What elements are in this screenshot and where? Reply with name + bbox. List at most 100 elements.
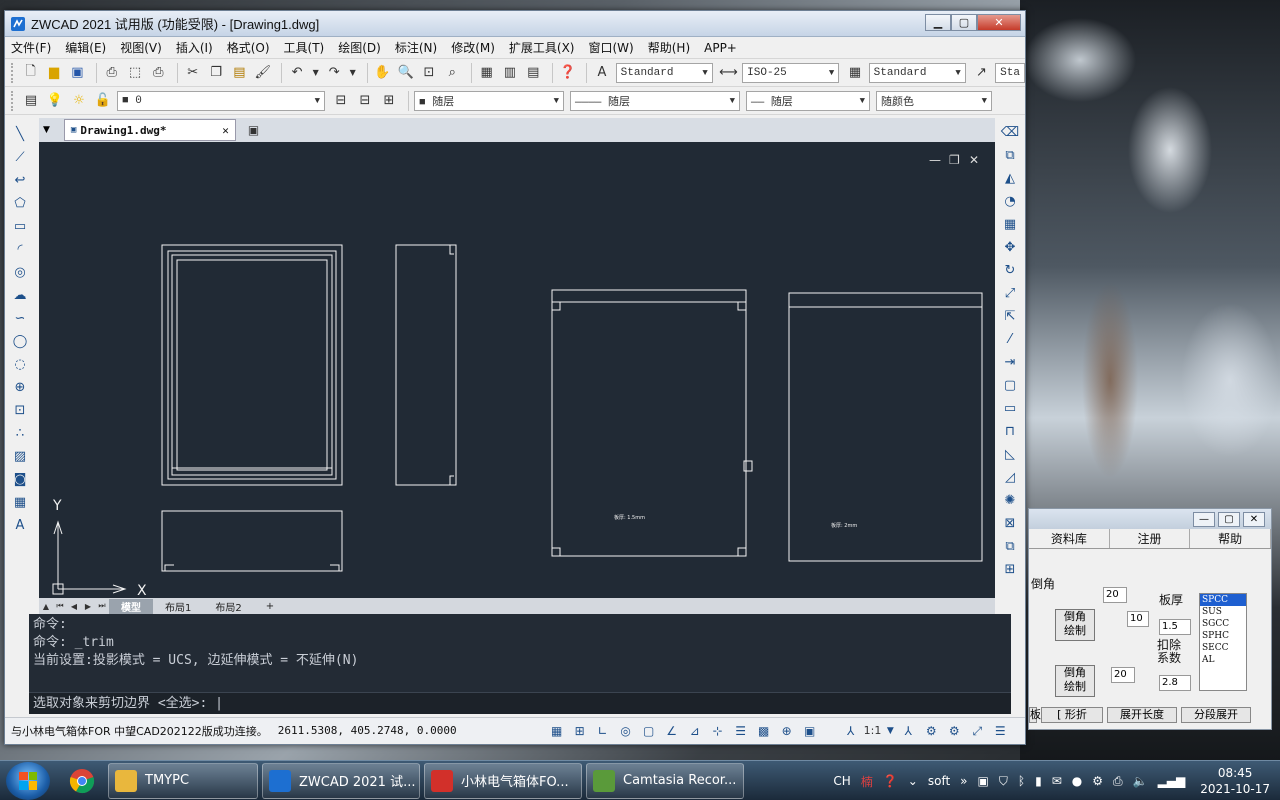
cut-icon[interactable]: ✂ <box>183 63 202 83</box>
zoom-previous-icon[interactable]: ⌕ <box>443 63 462 83</box>
tool-palettes-icon[interactable]: ▤ <box>524 63 543 83</box>
thickness-field[interactable]: 1.5 <box>1159 619 1191 635</box>
menu-window[interactable]: 窗口(W) <box>589 39 634 56</box>
lightbulb-icon[interactable]: 💡 <box>45 91 65 111</box>
layout-next-icon[interactable]: ▶ <box>81 602 95 611</box>
layout-first-icon[interactable]: ⏮ <box>53 601 67 611</box>
trim-icon[interactable]: ⁄ <box>1000 330 1020 350</box>
tabs-menu-icon[interactable]: ▼ <box>43 125 50 135</box>
menu-app-plus[interactable]: APP+ <box>704 41 737 55</box>
revision-cloud-icon[interactable]: ☁ <box>10 286 30 306</box>
maximize-button[interactable]: ▢ <box>951 13 977 31</box>
dynamic-ucs-icon[interactable]: ⊿ <box>685 721 705 741</box>
minimize-button[interactable]: ▁ <box>925 13 951 31</box>
material-item[interactable]: AL <box>1200 654 1246 666</box>
printer-icon[interactable]: ⎙ <box>1113 774 1123 789</box>
menu-modify[interactable]: 修改(M) <box>451 39 495 56</box>
drawing-canvas[interactable]: — ❐ ✕ Y X 板厚: 1.5mm 板厚: 2mm <box>39 142 995 599</box>
fullscreen-icon[interactable]: ⤢ <box>967 721 987 741</box>
lineweight-icon[interactable]: ☰ <box>731 721 751 741</box>
polar-tracking-icon[interactable]: ◎ <box>616 721 636 741</box>
join-icon[interactable]: ⊓ <box>1000 422 1020 442</box>
close-tab-icon[interactable]: ✕ <box>222 124 229 137</box>
mirror-icon[interactable]: ◭ <box>1000 169 1020 189</box>
plugin-minimize-button[interactable]: — <box>1193 511 1215 527</box>
material-list[interactable]: SPCC SUS SGCC SPHC SECC AL <box>1199 593 1247 691</box>
polygon-icon[interactable]: ⬠ <box>10 194 30 214</box>
menu-file[interactable]: 文件(F) <box>11 39 51 56</box>
chamfer-draw-button-1[interactable]: 倒角 绘制 <box>1055 609 1095 641</box>
viewport-minimize-icon[interactable]: — <box>929 153 941 167</box>
make-current-layer-icon[interactable]: ⊟ <box>331 91 351 111</box>
toolbar-grip[interactable] <box>11 62 15 83</box>
sun-icon[interactable]: ☼ <box>69 91 89 111</box>
material-item[interactable]: SGCC <box>1200 618 1246 630</box>
redo-icon[interactable]: ↷ <box>324 63 343 83</box>
table-icon[interactable]: ▦ <box>10 493 30 513</box>
menu-tools[interactable]: 工具(T) <box>284 39 325 56</box>
group-icon[interactable]: ⊞ <box>1000 560 1020 580</box>
close-button[interactable]: ✕ <box>977 13 1021 31</box>
publish-icon[interactable]: ⎙ <box>149 63 168 83</box>
ortho-mode-icon[interactable]: ∟ <box>593 721 613 741</box>
material-item[interactable]: SUS <box>1200 606 1246 618</box>
qq-icon[interactable]: ● <box>1072 774 1082 788</box>
extend-icon[interactable]: ⇥ <box>1000 353 1020 373</box>
chamfer-size-field-2[interactable]: 10 <box>1127 611 1149 627</box>
menu-help[interactable]: 帮助(H) <box>648 39 690 56</box>
viewport-restore-icon[interactable]: ❐ <box>949 153 960 167</box>
menu-insert[interactable]: 插入(I) <box>176 39 213 56</box>
workspace-icon[interactable]: ⚙ <box>921 721 941 741</box>
dynamic-input-icon[interactable]: ⊹ <box>708 721 728 741</box>
arc-icon[interactable]: ◜ <box>10 240 30 260</box>
match-properties-icon[interactable]: 🖌 <box>253 63 272 83</box>
scale-icon[interactable]: ⤢ <box>1000 284 1020 304</box>
unfold-length-button[interactable]: 展开长度 <box>1107 707 1177 723</box>
break-at-point-icon[interactable]: ▢ <box>1000 376 1020 396</box>
tray-soft-label[interactable]: soft <box>928 774 950 788</box>
copy-object-icon[interactable]: ⧉ <box>1000 146 1020 166</box>
volume-icon[interactable]: 🔈 <box>1133 774 1148 788</box>
menu-view[interactable]: 视图(V) <box>120 39 162 56</box>
ellipse-arc-icon[interactable]: ◌ <box>10 355 30 375</box>
make-block-icon[interactable]: ⊡ <box>10 401 30 421</box>
point-icon[interactable]: ∴ <box>10 424 30 444</box>
selection-cycling-icon[interactable]: ⊕ <box>777 721 797 741</box>
layer-manager-icon[interactable]: ▤ <box>21 91 41 111</box>
erase-icon[interactable]: ⌫ <box>1000 123 1020 143</box>
taskbar-item-tmypc[interactable]: TMYPC <box>108 762 258 799</box>
line-icon[interactable]: ╲ <box>10 125 30 145</box>
zoom-window-icon[interactable]: ⊡ <box>419 63 438 83</box>
properties-icon[interactable]: ▦ <box>477 63 496 83</box>
new-tab-icon[interactable]: ▣ <box>248 123 259 137</box>
material-item[interactable]: SECC <box>1200 642 1246 654</box>
layer-states-icon[interactable]: ⊞ <box>379 91 399 111</box>
chamfer-icon[interactable]: ◺ <box>1000 445 1020 465</box>
layout-scroll-up-icon[interactable]: ▲ <box>39 602 53 611</box>
multileader-style-select[interactable]: Sta <box>995 62 1025 83</box>
system-clock[interactable]: 08:45 2021-10-17 <box>1200 765 1270 797</box>
multiline-text-icon[interactable]: A <box>10 516 30 536</box>
construction-line-icon[interactable]: ⟋ <box>10 148 30 168</box>
object-snap-icon[interactable]: ▢ <box>639 721 659 741</box>
menu-express[interactable]: 扩展工具(X) <box>509 39 575 56</box>
print-icon[interactable]: ⎙ <box>102 63 121 83</box>
circle-icon[interactable]: ◎ <box>10 263 30 283</box>
plugin-close-button[interactable]: ✕ <box>1243 511 1265 527</box>
material-item[interactable]: SPCC <box>1200 594 1246 606</box>
undo-dropdown-icon[interactable]: ▼ <box>311 63 321 83</box>
object-snap-tracking-icon[interactable]: ∠ <box>662 721 682 741</box>
start-button[interactable] <box>6 761 50 800</box>
ime-icon[interactable]: 楠 <box>861 773 873 790</box>
move-icon[interactable]: ✥ <box>1000 238 1020 258</box>
pan-icon[interactable]: ✋ <box>373 63 392 83</box>
draw-order-icon[interactable]: ⧉ <box>1000 537 1020 557</box>
paste-icon[interactable]: ▤ <box>230 63 249 83</box>
snap-mode-icon[interactable]: ⊞ <box>570 721 590 741</box>
offset-icon[interactable]: ◔ <box>1000 192 1020 212</box>
spline-icon[interactable]: ∽ <box>10 309 30 329</box>
customize-menu-icon[interactable]: ☰ <box>990 721 1010 741</box>
ellipse-icon[interactable]: ◯ <box>10 332 30 352</box>
new-file-icon[interactable]: 🗋 <box>21 63 40 83</box>
redo-dropdown-icon[interactable]: ▼ <box>348 63 358 83</box>
